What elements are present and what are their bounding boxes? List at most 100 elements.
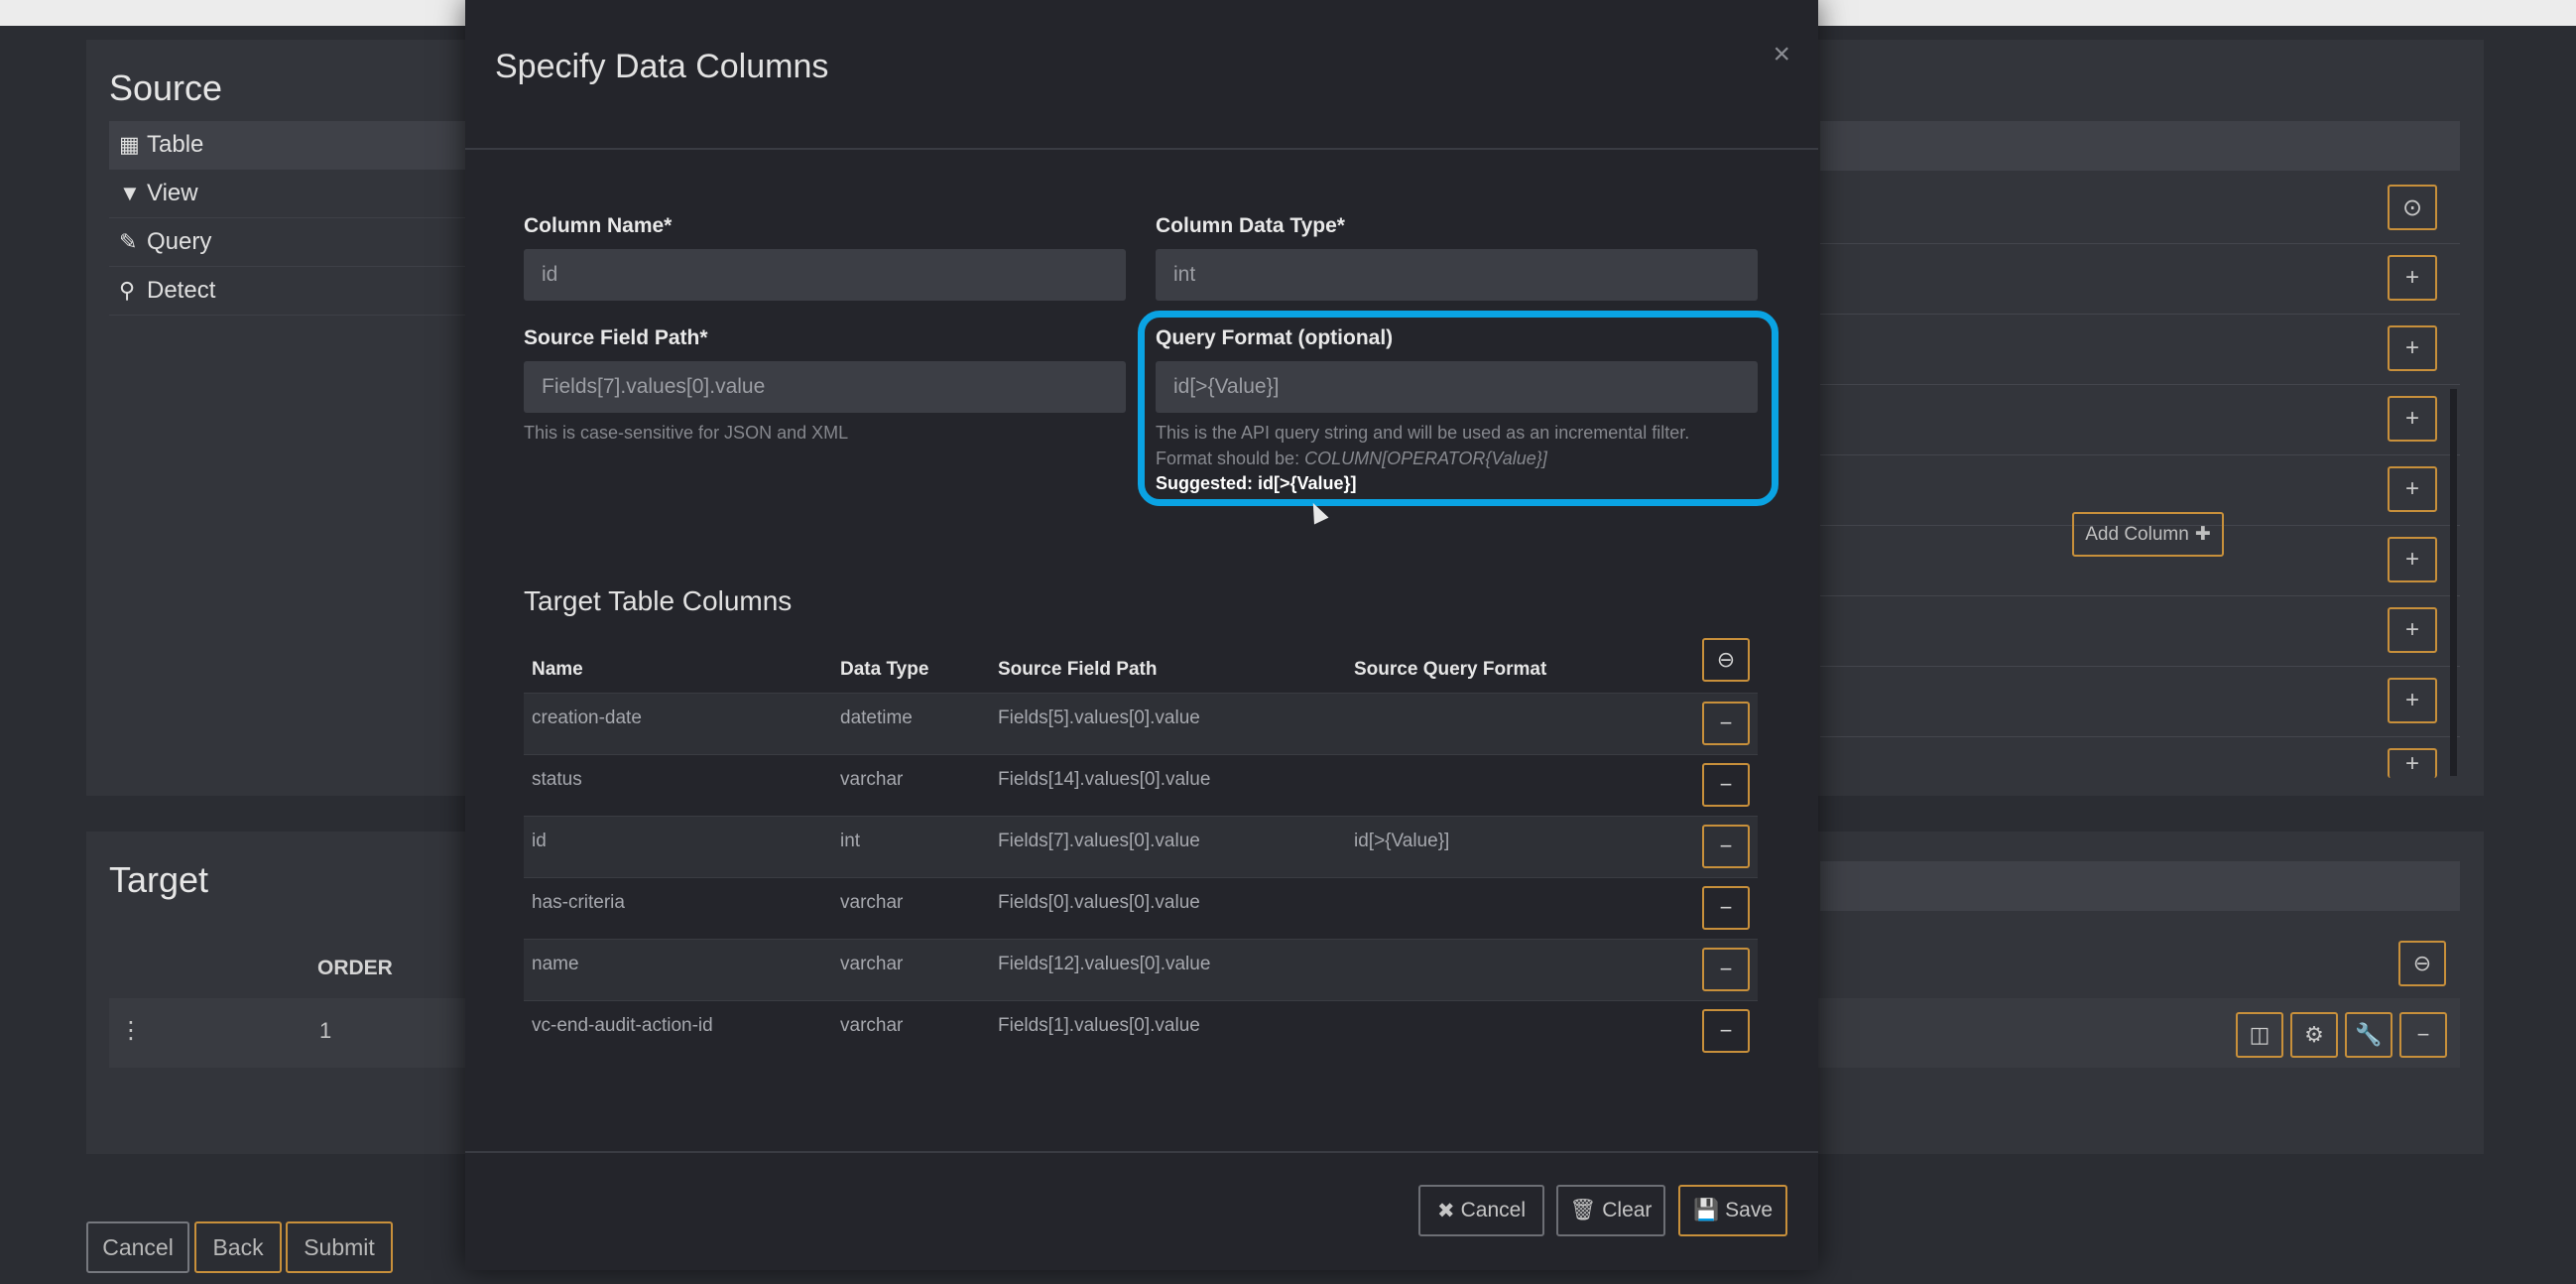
order-column-header: ORDER	[317, 957, 393, 979]
row-data-type: varchar	[840, 954, 904, 974]
add-source-button[interactable]: +	[2388, 537, 2437, 582]
row-source-field-path: Fields[1].values[0].value	[998, 1015, 1200, 1036]
columns-button[interactable]: ◫	[2236, 1012, 2283, 1058]
source-table-header	[1820, 121, 2460, 171]
add-source-button[interactable]: +	[2388, 255, 2437, 301]
column-data-type-label: Column Data Type*	[1156, 214, 1345, 237]
row-name: id	[532, 831, 547, 851]
circle-minus-icon: ⊖	[2412, 951, 2432, 975]
modal-clear-button[interactable]: 🗑 Clear	[1556, 1185, 1665, 1236]
filter-icon: ▼	[119, 181, 141, 205]
source-menu-detect[interactable]: ⚲ Detect	[109, 267, 466, 316]
add-column-button[interactable]: Add Column ✚	[2072, 512, 2224, 557]
settings-button[interactable]: ⚙	[2290, 1012, 2338, 1058]
table-header-data-type: Data Type	[840, 659, 929, 680]
gear-icon: ⚙	[2304, 1022, 2324, 1047]
table-icon: ▦	[119, 132, 140, 157]
cancel-label: Cancel	[1460, 1199, 1526, 1221]
row-data-type: varchar	[840, 1015, 904, 1036]
page-submit-button[interactable]: Submit	[286, 1221, 393, 1273]
plus-icon: +	[2404, 405, 2419, 432]
remove-column-button[interactable]: −	[1702, 1009, 1750, 1053]
minus-icon: −	[1719, 772, 1733, 797]
plus-icon: +	[2404, 616, 2419, 643]
remove-column-button[interactable]: −	[1702, 763, 1750, 807]
minus-icon: −	[1719, 957, 1733, 981]
source-menu-query[interactable]: ✎ Query	[109, 218, 466, 267]
remove-column-button[interactable]: −	[1702, 948, 1750, 991]
add-source-button[interactable]: +	[2388, 466, 2437, 512]
target-table-header	[1820, 861, 2460, 911]
wrench-button[interactable]: 🔧	[2345, 1012, 2392, 1058]
save-icon: 💾	[1692, 1199, 1720, 1221]
plus-icon: +	[2404, 687, 2419, 713]
source-menu-view[interactable]: ▼ View	[109, 170, 466, 218]
trash-icon: 🗑	[1569, 1199, 1597, 1221]
page-cancel-button[interactable]: Cancel	[86, 1221, 189, 1273]
specify-columns-modal: Specify Data Columns × Column Name* Colu…	[465, 0, 2224, 1270]
source-menu-label: Table	[147, 131, 204, 158]
close-icon[interactable]: ×	[1773, 38, 1790, 71]
modal-save-button[interactable]: 💾 Save	[1678, 1185, 1787, 1236]
row-name: name	[532, 954, 579, 974]
save-label: Save	[1725, 1199, 1774, 1221]
plus-icon: +	[2404, 750, 2419, 777]
query-format-highlight	[1138, 311, 1779, 506]
row-name: vc-end-audit-action-id	[532, 1015, 713, 1036]
page-back-button[interactable]: Back	[194, 1221, 282, 1273]
target-columns-table: Name Data Type Source Field Path Source …	[524, 635, 1758, 1062]
column-name-label: Column Name*	[524, 214, 673, 237]
table-row: has-criteria varchar Fields[0].values[0]…	[524, 877, 1758, 939]
source-table-row	[1820, 244, 2460, 315]
add-source-button[interactable]: +	[2388, 325, 2437, 371]
remove-column-button[interactable]: −	[1702, 825, 1750, 868]
source-scrollbar[interactable]	[2450, 389, 2457, 776]
table-header-name: Name	[532, 659, 583, 680]
search-icon: ⚲	[119, 278, 136, 303]
table-header-row: Name Data Type Source Field Path Source …	[524, 635, 1758, 693]
drag-handle-icon[interactable]: ⋮	[119, 1016, 143, 1045]
add-source-button[interactable]: +	[2388, 678, 2437, 723]
table-row: vc-end-audit-action-id varchar Fields[1]…	[524, 1000, 1758, 1062]
row-name: status	[532, 769, 582, 790]
target-table-columns-title: Target Table Columns	[524, 585, 793, 616]
remove-column-button[interactable]: −	[1702, 886, 1750, 930]
source-table-row	[1820, 315, 2460, 385]
remove-all-columns-button[interactable]: ⊖	[1702, 638, 1750, 682]
modal-cancel-button[interactable]: ✖ Cancel	[1418, 1185, 1544, 1236]
source-field-path-input[interactable]	[524, 361, 1126, 413]
source-menu-table[interactable]: ▦ Table	[109, 121, 466, 170]
column-name-input[interactable]	[524, 249, 1126, 301]
minus-icon: −	[1719, 834, 1733, 858]
add-source-button[interactable]: +	[2388, 607, 2437, 653]
source-table-row	[1820, 667, 2460, 737]
column-data-type-input[interactable]	[1156, 249, 1758, 301]
modal-header: Specify Data Columns ×	[465, 0, 1818, 150]
plus-icon: ✚	[2194, 524, 2211, 545]
source-menu-label: Detect	[147, 277, 216, 304]
row-source-query-format: id[>{Value}]	[1354, 831, 1450, 851]
source-menu-label: Query	[147, 228, 212, 255]
remove-column-button[interactable]: −	[1702, 702, 1750, 745]
close-icon: ✖	[1437, 1199, 1455, 1222]
remove-all-targets-button[interactable]: ⊖	[2398, 941, 2446, 986]
remove-target-button[interactable]: −	[2399, 1012, 2447, 1058]
row-data-type: varchar	[840, 769, 904, 790]
source-table-row	[1820, 174, 2460, 244]
plus-icon: +	[2404, 475, 2419, 502]
circle-dot-icon: ⊙	[2401, 193, 2423, 221]
table-header-source-field-path: Source Field Path	[998, 659, 1158, 680]
row-name: has-criteria	[532, 892, 625, 913]
source-field-path-label: Source Field Path*	[524, 326, 708, 349]
plus-icon: +	[2404, 334, 2419, 361]
target-title: Target	[109, 859, 209, 900]
refresh-button[interactable]: ⊙	[2388, 185, 2437, 230]
row-data-type: datetime	[840, 707, 913, 728]
add-source-button[interactable]: +	[2388, 396, 2437, 442]
table-row: status varchar Fields[14].values[0].valu…	[524, 754, 1758, 816]
add-source-button[interactable]: +	[2388, 748, 2437, 778]
minus-icon: −	[1719, 1018, 1733, 1043]
circle-minus-icon: ⊖	[1716, 647, 1736, 672]
target-row-order: 1	[319, 1018, 332, 1043]
source-table-row	[1820, 385, 2460, 455]
